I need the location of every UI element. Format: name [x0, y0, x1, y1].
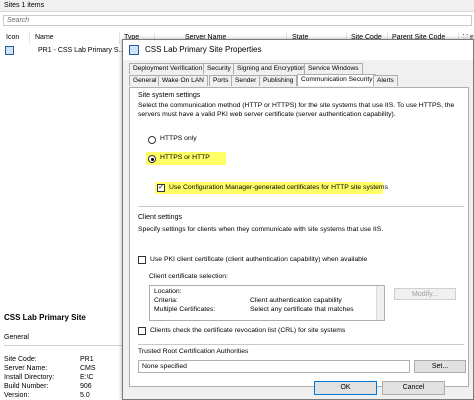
divider — [138, 344, 464, 345]
divider — [138, 206, 464, 207]
list-header-text: Sites 1 items — [4, 2, 45, 9]
client-settings-heading: Client settings — [138, 214, 182, 221]
tab-ports[interactable]: Ports — [209, 75, 233, 86]
dialog-title: CSS Lab Primary Site Properties — [145, 45, 262, 54]
dialog-titlebar[interactable]: CSS Lab Primary Site Properties — [123, 40, 473, 60]
set-button[interactable]: Set... — [414, 360, 466, 373]
site-properties-icon — [129, 45, 139, 55]
details-label: Install Directory: — [4, 374, 55, 381]
cert-list-scrollbar[interactable] — [376, 286, 384, 320]
client-settings-description: Specify settings for clients when they c… — [138, 226, 384, 233]
table-row[interactable]: PR1 - CSS Lab Primary S... — [0, 45, 130, 57]
console-window: Sites 1 items Search Icon Name Type Serv… — [0, 0, 474, 400]
cert-selection-list[interactable]: Location: Criteria: Client authenticatio… — [149, 285, 385, 321]
modify-button[interactable]: Modify... — [394, 288, 456, 300]
details-label: Site Code: — [4, 356, 37, 363]
pki-checkbox-label: Use PKI client certificate (client authe… — [150, 256, 368, 263]
details-label: Server Name: — [4, 365, 48, 372]
site-system-settings-description: Select the communication method (HTTP or… — [138, 102, 455, 118]
radio-https-only-control[interactable] — [148, 136, 156, 144]
tab-alerts[interactable]: Alerts — [373, 75, 398, 86]
site-icon — [5, 46, 14, 55]
details-value: 5.0 — [80, 392, 90, 399]
details-value: E:\C — [80, 374, 94, 381]
tab-general[interactable]: General — [129, 75, 161, 86]
tab-wake-on-lan[interactable]: Wake On LAN — [158, 75, 208, 86]
list-header: Sites 1 items — [0, 0, 474, 12]
properties-dialog: CSS Lab Primary Site Properties Deployme… — [122, 39, 474, 400]
trusted-root-value: None specified — [142, 363, 187, 370]
tab-security[interactable]: Security — [203, 63, 235, 74]
pki-checkbox-row[interactable]: Use PKI client certificate (client authe… — [138, 256, 438, 266]
details-divider — [4, 345, 122, 346]
details-section: General — [4, 334, 29, 341]
column-header-icon[interactable]: Icon — [3, 32, 30, 44]
details-label: Build Number: — [4, 383, 49, 390]
cert-selection-label: Client certificate selection: — [149, 273, 228, 280]
trusted-root-field[interactable]: None specified — [138, 360, 410, 373]
tab-signing-and-encryption[interactable]: Signing and Encryption — [233, 63, 309, 74]
cm-cert-checkbox-row[interactable]: ✓ Use Configuration Manager-generated ce… — [157, 184, 388, 194]
column-header-name[interactable]: Name — [32, 32, 120, 44]
radio-https-or-http-label: HTTPS or HTTP — [160, 154, 210, 161]
tab-communication-security[interactable]: Communication Security — [297, 74, 377, 86]
cert-row-label: Criteria: — [154, 297, 178, 304]
cm-cert-label: Use Configuration Manager-generated cert… — [169, 184, 388, 191]
radio-https-or-http[interactable]: HTTPS or HTTP — [148, 154, 228, 165]
details-value: CMS — [80, 365, 96, 372]
site-system-settings-heading: Site system settings — [138, 92, 201, 99]
details-label: Version: — [4, 392, 30, 399]
tab-publishing[interactable]: Publishing — [259, 75, 298, 86]
tab-content: Site system settings Select the communic… — [129, 87, 469, 387]
crl-checkbox[interactable] — [138, 327, 146, 335]
search-input[interactable]: Search — [3, 15, 472, 26]
row-name: PR1 - CSS Lab Primary S... — [38, 47, 125, 54]
radio-https-only-label: HTTPS only — [160, 135, 197, 142]
details-title: CSS Lab Primary Site — [4, 313, 86, 322]
cert-row-value: Client authentication capability — [250, 297, 342, 304]
cert-row-label: Multiple Certificates: — [154, 306, 216, 313]
cert-row-value: Select any certificate that matches — [250, 306, 354, 313]
search-placeholder: Search — [7, 17, 30, 24]
cm-cert-checkbox[interactable]: ✓ — [157, 184, 165, 192]
details-value: 906 — [80, 383, 92, 390]
trusted-root-heading: Trusted Root Certification Authorities — [138, 348, 249, 355]
radio-https-only[interactable]: HTTPS only — [148, 135, 238, 146]
crl-checkbox-row[interactable]: Clients check the certificate revocation… — [138, 327, 438, 337]
ok-button[interactable]: OK — [314, 381, 377, 395]
radio-https-or-http-control[interactable] — [148, 155, 156, 163]
tab-sender[interactable]: Sender — [231, 75, 261, 86]
tab-deployment-verification[interactable]: Deployment Verification — [129, 63, 207, 74]
cancel-button[interactable]: Cancel — [382, 381, 445, 395]
details-value: PR1 — [80, 356, 94, 363]
cert-row-label: Location: — [154, 288, 182, 295]
crl-checkbox-label: Clients check the certificate revocation… — [150, 327, 346, 334]
tab-service-windows[interactable]: Service Windows — [304, 63, 363, 74]
pki-checkbox[interactable] — [138, 256, 146, 264]
